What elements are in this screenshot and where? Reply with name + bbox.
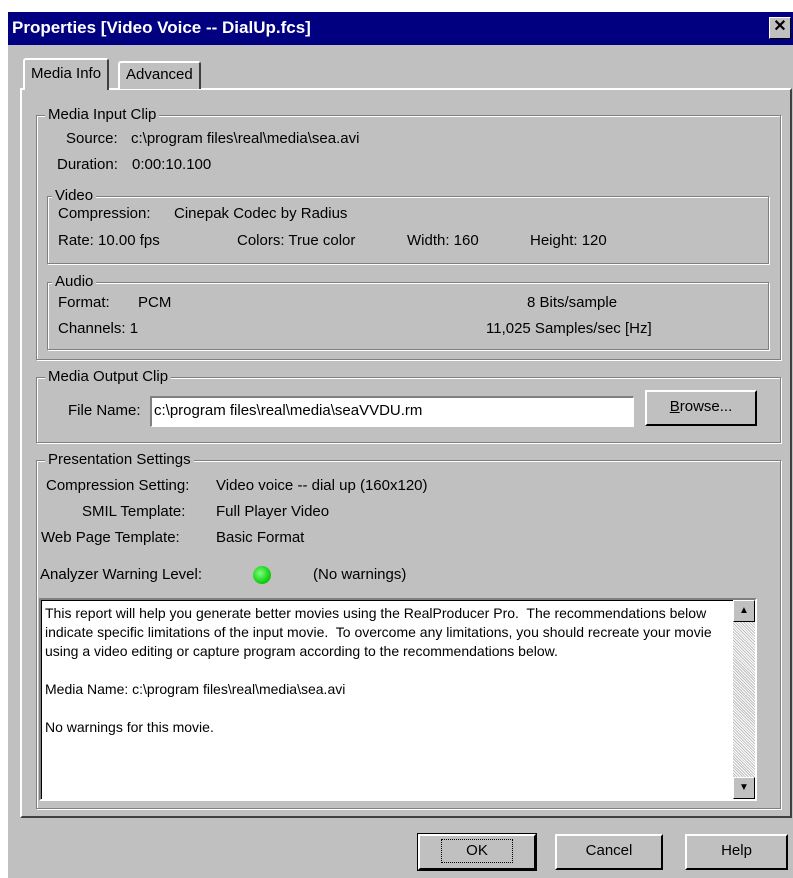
web-page-template-value: Basic Format [216,529,305,546]
close-button[interactable]: ✕ [769,17,791,39]
video-compression-value: Cinepak Codec by Radius [174,205,348,222]
scroll-down-arrow-icon[interactable]: ▼ [733,777,755,799]
audio-bits: 8 Bits/sample [527,294,618,311]
help-button[interactable]: Help [685,834,788,870]
green-led-icon [253,566,271,584]
media-output-clip-label: Media Output Clip [45,368,172,386]
duration-label: Duration: [57,156,118,173]
audio-channels: Channels: 1 [58,320,139,337]
browse-label: rowse... [679,398,733,415]
video-height: Height: 120 [530,232,607,249]
smil-template-label: SMIL Template: [82,503,186,520]
file-name-field[interactable]: c:\program files\real\media\seaVVDU.rm [150,396,634,427]
help-label: Help [721,842,752,859]
title-bar[interactable]: Properties [Video Voice -- DialUp.fcs] ✕ [8,12,793,45]
video-rate: Rate: 10.00 fps [58,232,160,249]
audio-group-label: Audio [52,273,97,291]
audio-format-value: PCM [138,294,172,311]
tab-advanced[interactable]: Advanced [118,61,201,89]
cancel-label: Cancel [585,842,633,859]
media-info-panel: Media Input Clip Source: c:\program file… [20,88,792,818]
presentation-settings-label: Presentation Settings [45,451,194,469]
presentation-settings-group: Presentation Settings Compression Settin… [36,451,781,809]
video-width: Width: 160 [407,232,479,249]
report-scrollbar[interactable]: ▲ ▼ [733,600,755,799]
scroll-up-arrow-icon[interactable]: ▲ [733,600,755,622]
video-group-label: Video [52,187,97,205]
source-value: c:\program files\real\media\sea.avi [131,130,360,147]
duration-value: 0:00:10.100 [132,156,212,173]
window-title: Properties [Video Voice -- DialUp.fcs] [12,18,311,37]
compression-setting-label: Compression Setting: [46,477,190,494]
ok-button[interactable]: OK [417,833,537,871]
audio-format-label: Format: [58,294,110,311]
media-input-clip-group: Media Input Clip Source: c:\program file… [36,106,781,360]
audio-samples: 11,025 Samples/sec [Hz] [486,320,652,337]
cancel-button[interactable]: Cancel [555,834,663,870]
analyzer-report-box[interactable]: This report will help you generate bette… [39,598,757,801]
browse-accelerator: B [669,398,680,415]
media-output-clip-group: Media Output Clip File Name: c:\program … [36,368,781,443]
tab-advanced-label: Advanced [126,66,193,83]
ok-label: OK [441,839,513,863]
video-colors: Colors: True color [237,232,356,249]
analyzer-report-text: This report will help you generate bette… [45,605,712,735]
properties-dialog: Properties [Video Voice -- DialUp.fcs] ✕… [8,12,793,878]
media-input-clip-label: Media Input Clip [45,106,160,124]
tab-media-info[interactable]: Media Info [23,58,110,90]
analyzer-warning-value: (No warnings) [313,566,407,583]
smil-template-value: Full Player Video [216,503,330,520]
video-compression-label: Compression: [58,205,151,222]
audio-group: Audio Format: PCM 8 Bits/sample Channels… [47,273,769,350]
browse-button[interactable]: Browse... [645,390,757,426]
web-page-template-label: Web Page Template: [41,529,180,546]
compression-setting-value: Video voice -- dial up (160x120) [216,477,428,494]
tab-media-info-label: Media Info [31,65,102,82]
source-label: Source: [66,130,118,147]
analyzer-warning-label: Analyzer Warning Level: [40,566,203,583]
close-icon: ✕ [773,18,787,35]
file-name-label: File Name: [68,402,141,419]
video-group: Video Compression: Cinepak Codec by Radi… [47,187,769,264]
